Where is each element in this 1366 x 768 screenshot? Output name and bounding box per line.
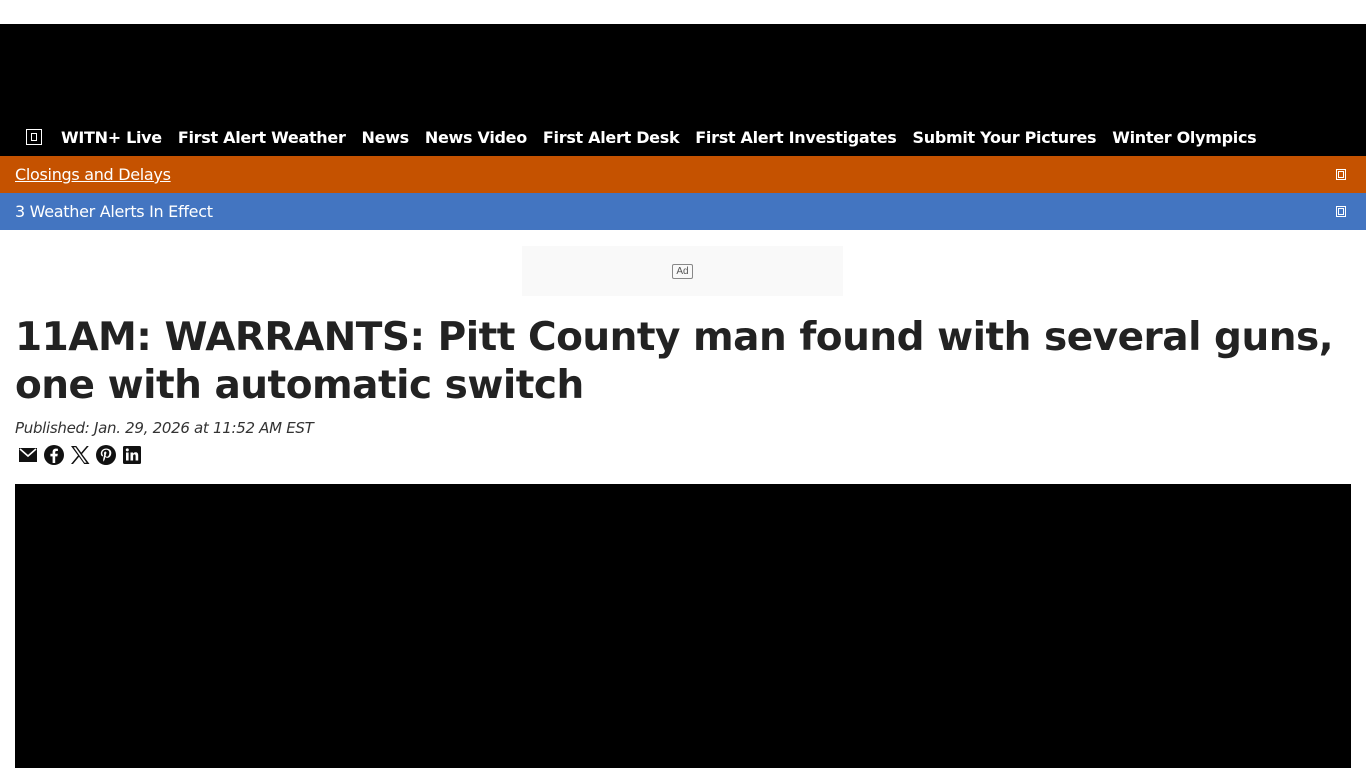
- nav-item-submit-your-pictures[interactable]: Submit Your Pictures: [913, 128, 1097, 147]
- video-player[interactable]: [15, 484, 1351, 768]
- menu-icon[interactable]: [26, 129, 42, 145]
- chevron-down-icon[interactable]: [1336, 206, 1346, 217]
- nav-item-first-alert-desk[interactable]: First Alert Desk: [543, 128, 680, 147]
- chevron-down-icon[interactable]: [1336, 169, 1346, 180]
- email-icon[interactable]: [17, 444, 39, 466]
- nav-item-witn-live[interactable]: WITN+ Live: [61, 128, 162, 147]
- top-strip: [0, 0, 1366, 24]
- closings-alert-bar[interactable]: Closings and Delays: [0, 156, 1366, 193]
- nav-item-first-alert-weather[interactable]: First Alert Weather: [178, 128, 346, 147]
- site-header: WITN+ Live First Alert Weather News News…: [0, 24, 1366, 156]
- x-icon[interactable]: [69, 444, 91, 466]
- pinterest-icon[interactable]: [95, 444, 117, 466]
- nav-item-first-alert-investigates[interactable]: First Alert Investigates: [695, 128, 897, 147]
- closings-alert-label[interactable]: Closings and Delays: [15, 165, 171, 184]
- published-date: Published: Jan. 29, 2026 at 11:52 AM EST: [15, 419, 314, 437]
- nav-item-news[interactable]: News: [362, 128, 410, 147]
- weather-alert-label[interactable]: 3 Weather Alerts In Effect: [15, 202, 213, 221]
- linkedin-icon[interactable]: [121, 444, 143, 466]
- nav-item-news-video[interactable]: News Video: [425, 128, 527, 147]
- weather-alert-bar[interactable]: 3 Weather Alerts In Effect: [0, 193, 1366, 230]
- article-headline: 11AM: WARRANTS: Pitt County man found wi…: [15, 315, 1334, 408]
- nav-item-winter-olympics[interactable]: Winter Olympics: [1112, 128, 1256, 147]
- share-bar: [17, 444, 143, 466]
- ad-label: Ad: [672, 263, 693, 279]
- main-nav: WITN+ Live First Alert Weather News News…: [0, 122, 1272, 152]
- facebook-icon[interactable]: [43, 444, 65, 466]
- ad-slot[interactable]: Ad: [522, 246, 843, 296]
